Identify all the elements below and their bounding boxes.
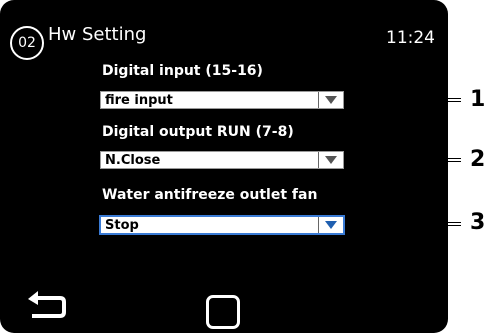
callout-number-2: 2 xyxy=(470,147,486,172)
water-antifreeze-select[interactable]: Stop xyxy=(100,216,344,234)
callout-number-1: 1 xyxy=(470,87,486,112)
page-title: Hw Setting xyxy=(48,24,147,45)
digital-input-select[interactable]: fire input xyxy=(100,91,344,109)
back-arrow-icon[interactable] xyxy=(24,290,68,326)
callout-line-2 xyxy=(383,158,461,162)
device-screen: 02 Hw Setting 11:24 Digital input (15-16… xyxy=(0,0,448,333)
water-antifreeze-label: Water antifreeze outlet fan xyxy=(102,187,318,203)
clock: 11:24 xyxy=(386,28,435,48)
screen-number-badge: 02 xyxy=(10,26,44,60)
digital-input-label: Digital input (15-16) xyxy=(102,63,263,79)
dropdown-arrow-icon[interactable] xyxy=(318,217,343,233)
home-button[interactable] xyxy=(206,295,240,329)
callout-line-3 xyxy=(383,222,461,226)
digital-output-value: N.Close xyxy=(105,153,161,168)
dropdown-arrow-icon[interactable] xyxy=(318,152,343,168)
digital-output-label: Digital output RUN (7-8) xyxy=(102,124,294,140)
digital-output-select[interactable]: N.Close xyxy=(100,151,344,169)
callout-number-3: 3 xyxy=(470,210,486,235)
callout-line-1 xyxy=(383,98,461,102)
digital-input-value: fire input xyxy=(105,93,173,108)
water-antifreeze-value: Stop xyxy=(105,218,139,233)
dropdown-arrow-icon[interactable] xyxy=(318,92,343,108)
